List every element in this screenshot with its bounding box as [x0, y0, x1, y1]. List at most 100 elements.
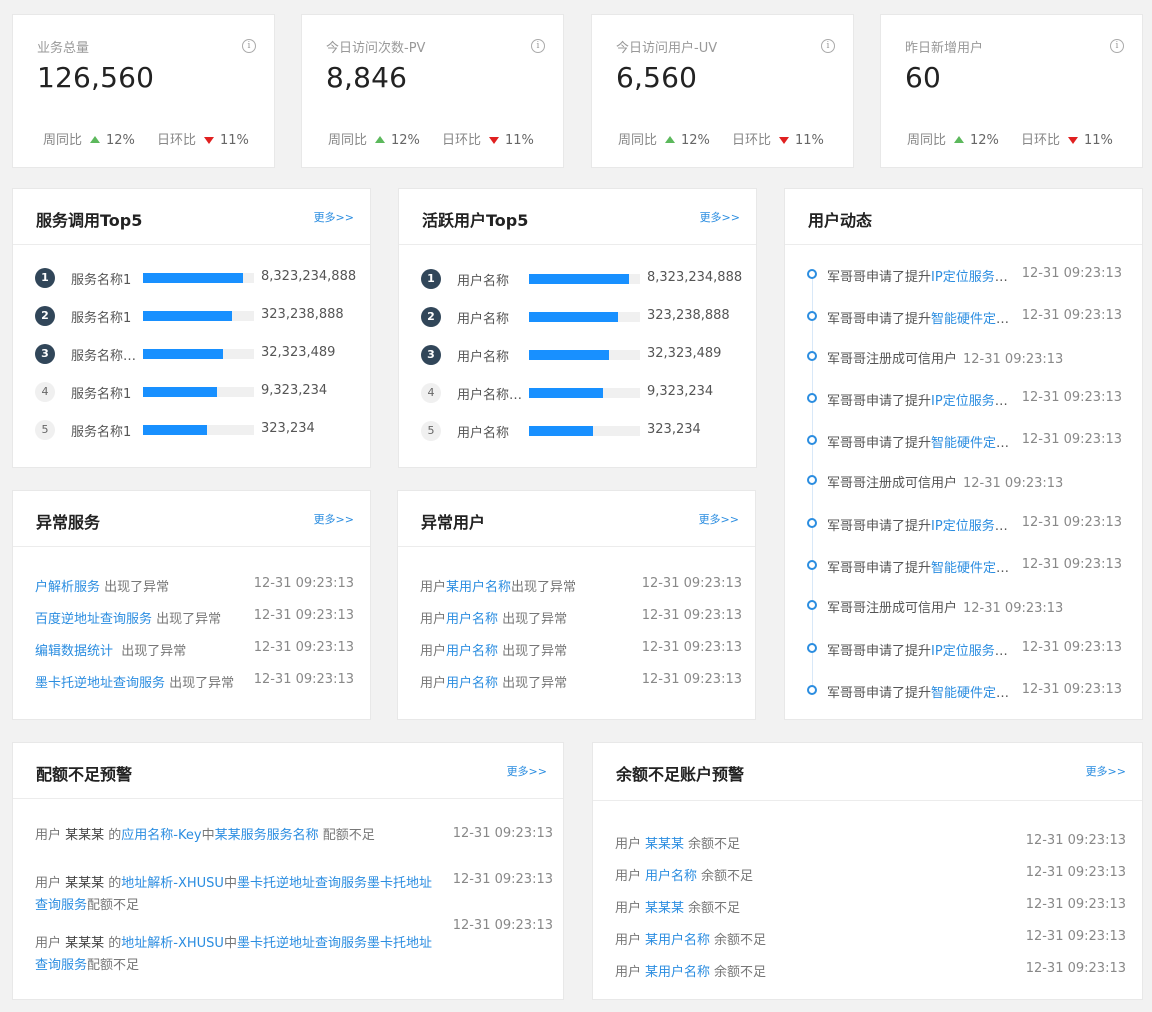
activity-item[interactable]: 军哥哥申请了提升智能硬件定位服务12-31 09:23:13: [807, 682, 1122, 702]
list-item[interactable]: 百度逆地址查询服务 出现了异常 12-31 09:23:13: [35, 608, 354, 627]
list-item[interactable]: 用户用户名称 出现了异常 12-31 09:23:13: [420, 640, 742, 659]
list-suffix: 出现了异常: [498, 676, 568, 691]
service-link[interactable]: 编辑数据统计: [35, 644, 113, 659]
activity-item[interactable]: 军哥哥申请了提升智能硬件定位服务12-31 09:23:13: [807, 557, 1122, 577]
activity-link[interactable]: IP定位服务服务: [931, 270, 1020, 285]
rank-row[interactable]: 3 服务名称服务名称 32,323,489: [35, 344, 355, 366]
rank-name: 用户名称: [457, 312, 510, 327]
timeline-dot-icon: [807, 643, 817, 653]
info-icon[interactable]: i: [531, 39, 545, 53]
rank-row[interactable]: 5 用户名称 323,234: [421, 421, 741, 443]
activity-item[interactable]: 军哥哥注册成可信用户 12-31 09:23:13: [807, 472, 1122, 492]
user-link[interactable]: 某用户名称: [645, 965, 710, 980]
activity-item[interactable]: 军哥哥申请了提升IP定位服务服务 12-31 09:23:13: [807, 640, 1122, 660]
more-link[interactable]: 更多>>: [507, 763, 547, 779]
balance-warning-item[interactable]: 用户 某用户名称 余额不足 12-31 09:23:13: [615, 929, 1126, 948]
more-link[interactable]: 更多>>: [1086, 763, 1126, 779]
service-link[interactable]: 墨卡托逆地址查询服务: [35, 676, 165, 691]
rank-name: 用户名称: [457, 426, 510, 441]
activity-item[interactable]: 军哥哥申请了提升IP定位服务服务 12-31 09:23:13: [807, 266, 1122, 286]
user-link[interactable]: 用户名称: [446, 676, 498, 691]
info-icon[interactable]: i: [1110, 39, 1124, 53]
activity-text: 军哥哥申请了提升智能硬件定位服务: [827, 308, 1020, 327]
list-item[interactable]: 用户某用户名称出现了异常 12-31 09:23:13: [420, 576, 742, 595]
rank-row[interactable]: 5 服务名称1 323,234: [35, 420, 355, 442]
activity-prefix: 军哥哥注册成可信用户: [827, 476, 958, 491]
balance-warning-item[interactable]: 用户 某某某 余额不足 12-31 09:23:13: [615, 833, 1126, 852]
list-item[interactable]: 用户用户名称 出现了异常 12-31 09:23:13: [420, 608, 742, 627]
rank-badge: 5: [35, 420, 55, 440]
activity-item[interactable]: 军哥哥注册成可信用户 12-31 09:23:13: [807, 348, 1122, 368]
balance-warning-item[interactable]: 用户 用户名称 余额不足 12-31 09:23:13: [615, 865, 1126, 884]
week-compare: 周同比 12%: [43, 133, 135, 148]
rank-row[interactable]: 3 用户名称 32,323,489: [421, 345, 741, 367]
rank-row[interactable]: 1 用户名称 8,323,234,888: [421, 269, 742, 291]
balance-warning-item[interactable]: 用户 某用户名称 余额不足 12-31 09:23:13: [615, 961, 1126, 980]
rank-row[interactable]: 2 服务名称1 323,238,888: [35, 306, 355, 328]
user-link[interactable]: 用户名称: [446, 644, 498, 659]
user-link[interactable]: 用户名称: [645, 869, 697, 884]
more-link[interactable]: 更多>>: [314, 209, 354, 225]
quota-warning-item[interactable]: 用户 某某某 的应用名称-Key中某某服务服务名称 配额不足: [35, 825, 440, 847]
rank-row[interactable]: 4 用户名称用户 9,323,234: [421, 383, 741, 405]
stat-card-total: 业务总量 i 126,560 周同比 12% 日环比 11%: [12, 14, 275, 168]
activity-link[interactable]: IP定位服务服务: [931, 394, 1020, 409]
activity-item[interactable]: 军哥哥申请了提升IP定位服务服务 12-31 09:23:13: [807, 515, 1122, 535]
activity-item[interactable]: 军哥哥申请了提升智能硬件定位服务12-31 09:23:13: [807, 308, 1122, 328]
user-link[interactable]: 某用户名称: [645, 933, 710, 948]
quota-warning-item[interactable]: 用户 某某某 的地址解析-XHUSU中墨卡托逆地址查询服务墨卡托地址查询服务配额…: [35, 873, 440, 917]
list-item[interactable]: 用户用户名称 出现了异常 12-31 09:23:13: [420, 672, 742, 691]
activity-time: 12-31 09:23:13: [963, 352, 1064, 367]
activity-prefix: 军哥哥申请了提升: [827, 394, 932, 409]
activity-item[interactable]: 军哥哥注册成可信用户 12-31 09:23:13: [807, 597, 1122, 617]
list-suffix: 出现了异常: [165, 676, 235, 691]
list-item[interactable]: 墨卡托逆地址查询服务 出现了异常 12-31 09:23:13: [35, 672, 354, 691]
user-link[interactable]: 某用户名称: [446, 580, 511, 595]
service-link[interactable]: 户解析服务: [35, 580, 100, 595]
app-link[interactable]: 地址解析-XHUSU: [121, 936, 224, 951]
info-icon[interactable]: i: [821, 39, 835, 53]
rank-row[interactable]: 4 服务名称1 9,323,234: [35, 382, 355, 404]
rank-row[interactable]: 1 服务名称1 8,323,234,888: [35, 268, 356, 290]
activity-link[interactable]: 智能硬件定位服务: [931, 561, 1020, 576]
stat-title: 今日访问次数-PV: [326, 41, 426, 56]
balance-warning-item[interactable]: 用户 某某某 余额不足 12-31 09:23:13: [615, 897, 1126, 916]
trend-up-icon: [375, 136, 386, 143]
more-link[interactable]: 更多>>: [700, 209, 740, 225]
activity-time: 12-31 09:23:13: [1021, 557, 1122, 572]
warn-suffix: 配额不足: [318, 828, 375, 843]
panel-header: 余额不足账户预警 更多>>: [593, 743, 1142, 801]
list-time: 12-31 09:23:13: [253, 672, 354, 687]
user-link[interactable]: 用户名称: [446, 612, 498, 627]
activity-link[interactable]: IP定位服务服务: [931, 644, 1020, 659]
info-icon[interactable]: i: [242, 39, 256, 53]
service-link[interactable]: 某某服务服务名称: [215, 828, 319, 843]
service-link[interactable]: 百度逆地址查询服务: [35, 612, 152, 627]
panel-title: 异常用户: [421, 513, 486, 532]
activity-link[interactable]: 智能硬件定位服务: [931, 686, 1020, 701]
activity-link[interactable]: 智能硬件定位服务: [931, 312, 1020, 327]
user-link[interactable]: 某某某: [645, 901, 684, 916]
abnormal-services-panel: 异常服务 更多>> 户解析服务 出现了异常 12-31 09:23:13 百度逆地址…: [12, 490, 371, 720]
panel-title: 服务调用Top5: [36, 211, 143, 230]
quota-warning-item[interactable]: 用户 某某某 的地址解析-XHUSU中墨卡托逆地址查询服务墨卡托地址查询服务配额…: [35, 933, 440, 977]
list-time: 12-31 09:23:13: [641, 576, 742, 591]
activity-link[interactable]: IP定位服务服务: [931, 519, 1020, 534]
warn-suffix: 余额不足: [714, 965, 767, 980]
user-link[interactable]: 某某某: [645, 837, 684, 852]
list-item[interactable]: 编辑数据统计 出现了异常 12-31 09:23:13: [35, 640, 354, 659]
warn-prefix: 用户: [615, 869, 642, 884]
rank-row[interactable]: 2 用户名称 323,238,888: [421, 307, 741, 329]
warn-mid: 的: [104, 828, 122, 843]
timeline-dot-icon: [807, 311, 817, 321]
activity-item[interactable]: 军哥哥申请了提升IP定位服务服务 12-31 09:23:13: [807, 390, 1122, 410]
activity-link[interactable]: 智能硬件定位服务: [931, 436, 1020, 451]
app-link[interactable]: 应用名称-Key: [121, 828, 201, 843]
activity-item[interactable]: 军哥哥申请了提升智能硬件定位服务12-31 09:23:13: [807, 432, 1122, 452]
more-link[interactable]: 更多>>: [314, 511, 354, 527]
app-link[interactable]: 地址解析-XHUSU: [121, 876, 224, 891]
warn-time: 12-31 09:23:13: [1025, 897, 1126, 912]
more-link[interactable]: 更多>>: [699, 511, 739, 527]
list-item[interactable]: 户解析服务 出现了异常 12-31 09:23:13: [35, 576, 354, 595]
rank-name: 用户名称: [457, 350, 510, 365]
